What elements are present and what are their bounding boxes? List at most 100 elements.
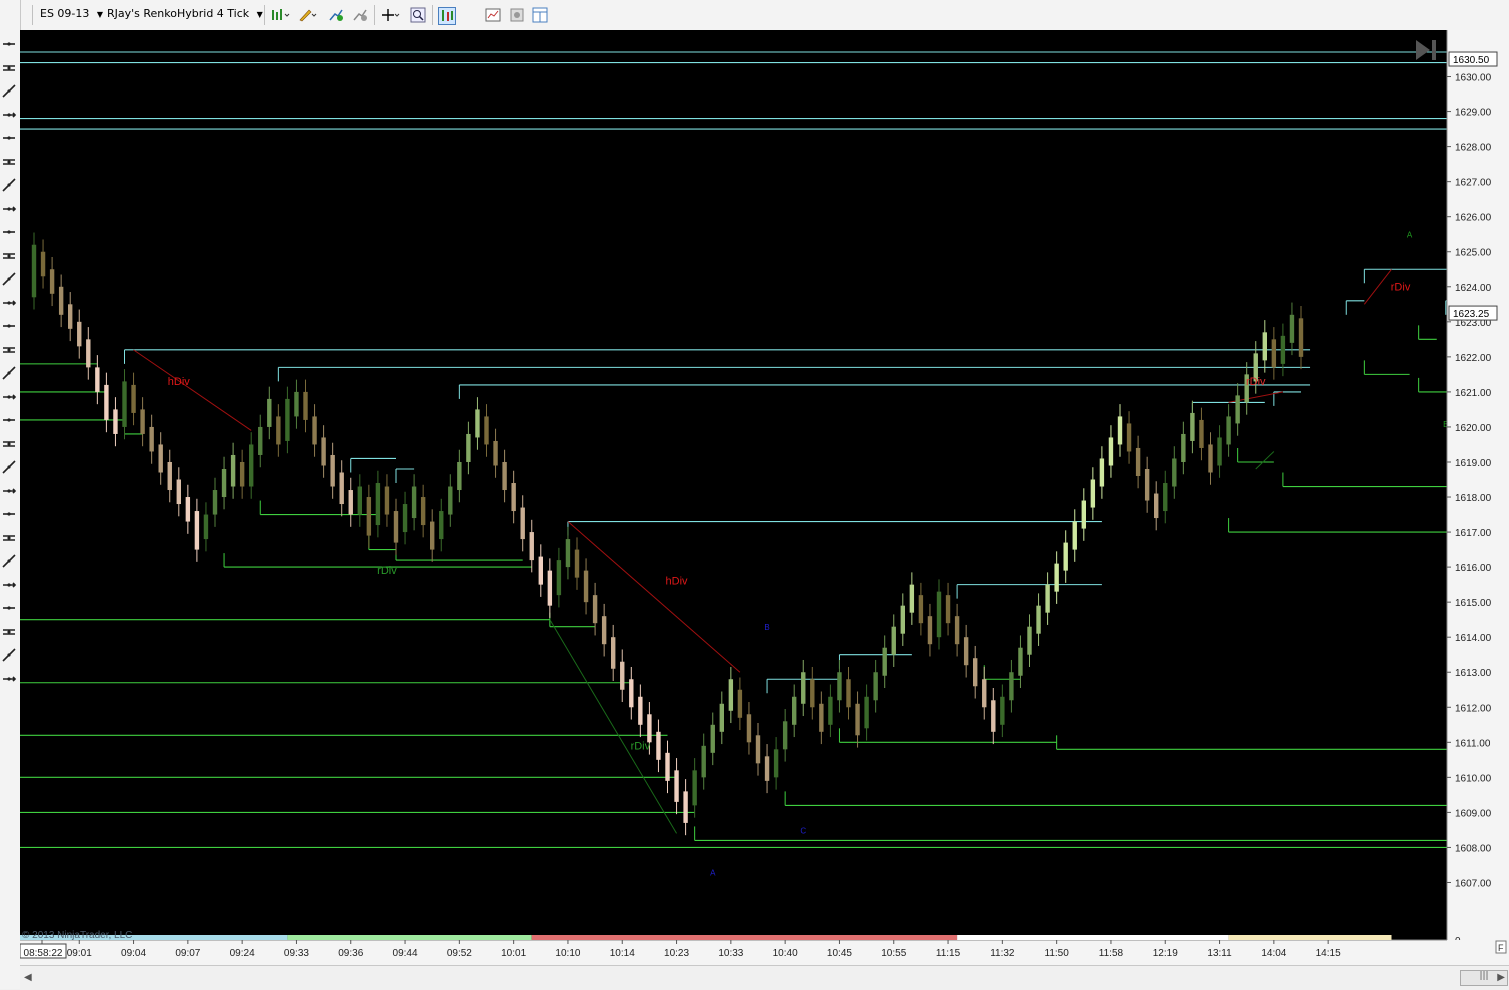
candle-body — [611, 637, 616, 669]
y-tick-label: 1616.00 — [1455, 563, 1492, 574]
drawing-tools-bar — [0, 0, 21, 989]
remove-drawings-icon[interactable] — [1, 671, 17, 687]
zoom-icon[interactable] — [410, 7, 426, 23]
bar-type-selector[interactable]: RJay's RenkoHybrid 4 Tick ▼ — [107, 7, 263, 20]
candle-body — [1190, 412, 1195, 441]
candle-body — [1126, 423, 1132, 452]
copyright-text: © 2013 NinjaTrader, LLC — [22, 930, 132, 941]
candle-body — [1262, 332, 1267, 361]
candle-body — [1054, 563, 1059, 592]
dot-icon[interactable] — [1, 577, 17, 593]
candle-body — [230, 454, 236, 487]
regression-channel-icon[interactable] — [1, 365, 17, 381]
x-tick-label: 10:40 — [773, 948, 798, 959]
candle-body — [68, 304, 73, 329]
snapshot-icon[interactable] — [509, 7, 525, 23]
andrews-pitchfork-icon[interactable] — [1, 318, 17, 334]
ray-icon[interactable] — [1, 107, 17, 123]
y-tick-label: 1629.00 — [1455, 108, 1492, 119]
extended-line-icon[interactable] — [1, 130, 17, 146]
x-tick-label: 10:55 — [881, 948, 906, 959]
candle-body — [203, 514, 209, 540]
candle-body — [801, 672, 806, 704]
add-strategy-icon[interactable] — [352, 7, 368, 23]
annotation-label: A — [710, 868, 716, 877]
candle-body — [466, 433, 471, 462]
candle-body — [674, 770, 679, 802]
candle-body — [131, 384, 136, 413]
y-tick-label: 1627.00 — [1455, 178, 1492, 189]
candle-body — [665, 752, 670, 781]
candle-body — [792, 696, 797, 725]
scroll-left-icon[interactable]: ◀ — [24, 972, 32, 983]
arc-icon[interactable] — [1, 459, 17, 475]
candle-body — [1009, 672, 1014, 701]
bar-chart-icon[interactable] — [270, 7, 290, 23]
data-box-icon[interactable] — [438, 7, 456, 25]
candle-body — [158, 444, 163, 473]
fibonacci-time-icon[interactable] — [1, 271, 17, 287]
horizontal-scrollbar[interactable]: ◀ ||| ▶ — [20, 965, 1509, 990]
gann-fan-icon[interactable] — [1, 342, 17, 358]
candle-body — [764, 756, 770, 781]
scroll-right-icon[interactable]: ▶ — [1497, 972, 1505, 983]
bar-type-label: RJay's RenkoHybrid 4 Tick — [107, 7, 250, 20]
cursor-icon[interactable] — [1, 36, 17, 52]
tile-windows-icon[interactable] — [532, 7, 548, 23]
arrow-up-icon[interactable] — [1, 506, 17, 522]
arrow-line-icon[interactable] — [1, 154, 17, 170]
fibonacci-extension-icon[interactable] — [1, 248, 17, 264]
x-tick-label: 09:52 — [447, 948, 472, 959]
candle-body — [176, 479, 181, 505]
candle-body — [583, 570, 589, 603]
triangle-icon[interactable] — [1, 436, 17, 452]
triangle-up-icon[interactable] — [1, 624, 17, 640]
candle-body — [855, 703, 860, 736]
candle-body — [457, 461, 462, 491]
candle-body — [357, 486, 362, 515]
candle-body — [810, 679, 815, 708]
rectangle-icon[interactable] — [1, 412, 17, 428]
candle-body — [1135, 447, 1141, 477]
diamond-icon[interactable] — [1, 553, 17, 569]
candle-body — [538, 556, 543, 585]
candle-body — [1036, 605, 1041, 634]
vertical-line-icon[interactable] — [1, 201, 17, 217]
triangle-down-icon[interactable] — [1, 647, 17, 663]
candle-body — [991, 700, 996, 732]
chart-properties-icon[interactable] — [485, 7, 501, 23]
candle-body — [384, 486, 390, 515]
line-icon[interactable] — [1, 83, 17, 99]
candle-body — [629, 679, 634, 708]
instrument-selector[interactable]: ES 09-13 ▼ — [40, 7, 103, 20]
x-tick-label: 14:15 — [1316, 948, 1341, 959]
candle-body — [1000, 696, 1005, 725]
crosshair-icon[interactable] — [380, 7, 400, 23]
axis-corner-icon[interactable]: F — [1495, 940, 1507, 954]
fibonacci-retracement-icon[interactable] — [1, 224, 17, 240]
candle-body — [638, 696, 643, 725]
x-tick-label: 10:10 — [555, 948, 580, 959]
candle-body — [1018, 647, 1023, 676]
candle-body — [656, 731, 661, 760]
y-tick-label: 1630.00 — [1455, 73, 1492, 84]
arrow-down-icon[interactable] — [1, 530, 17, 546]
pencil-draw-icon[interactable] — [298, 7, 317, 23]
text-icon[interactable] — [1, 483, 17, 499]
instrument-label: ES 09-13 — [40, 7, 90, 20]
chevron-down-icon: ▼ — [256, 10, 263, 19]
ruler-icon[interactable] — [1, 60, 17, 76]
candle-body — [321, 437, 326, 466]
square-icon[interactable] — [1, 600, 17, 616]
x-tick-label: 09:04 — [121, 948, 146, 959]
price-chart[interactable]: hDivhDivrDivrDivrDivrDivABCABC 1630.0016… — [20, 30, 1509, 965]
candle-body — [402, 504, 408, 533]
candle-body — [891, 626, 896, 655]
candle-body — [258, 426, 263, 455]
horizontal-line-icon[interactable] — [1, 177, 17, 193]
candle-body — [909, 584, 915, 613]
ellipse-icon[interactable] — [1, 389, 17, 405]
add-indicator-icon[interactable] — [328, 7, 344, 23]
fibonacci-circle-icon[interactable] — [1, 295, 17, 311]
annotation-label: hDiv — [666, 576, 689, 588]
